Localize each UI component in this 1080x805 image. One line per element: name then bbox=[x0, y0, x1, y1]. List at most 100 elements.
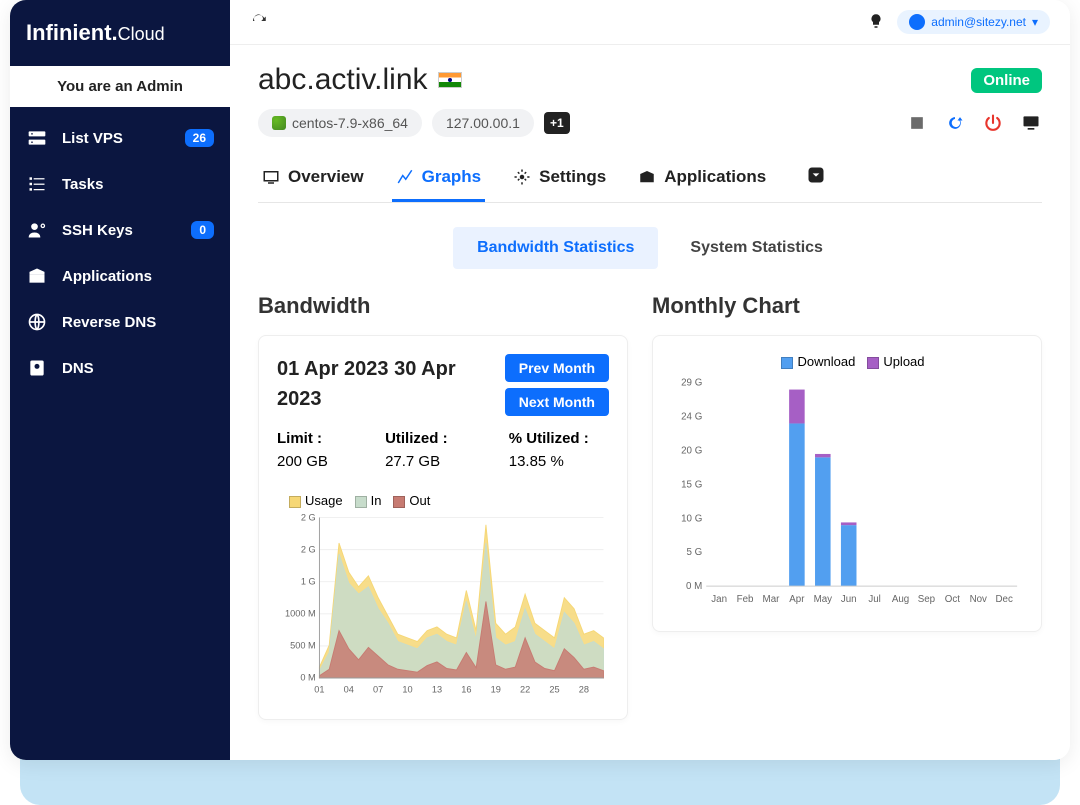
ip-text: 127.00.00.1 bbox=[446, 115, 520, 131]
svg-text:500 M: 500 M bbox=[290, 641, 316, 651]
svg-text:Sep: Sep bbox=[918, 594, 936, 605]
svg-text:29 G: 29 G bbox=[681, 378, 702, 389]
svg-text:Jun: Jun bbox=[841, 594, 857, 605]
tab-label: Settings bbox=[539, 167, 606, 187]
caret-down-icon: ▾ bbox=[1032, 15, 1038, 29]
svg-text:1 G: 1 G bbox=[301, 576, 316, 586]
subtab-bandwidth[interactable]: Bandwidth Statistics bbox=[453, 227, 658, 269]
svg-text:20 G: 20 G bbox=[681, 446, 702, 457]
dns-icon bbox=[26, 357, 48, 379]
user-email: admin@sitezy.net bbox=[931, 15, 1026, 29]
svg-text:16: 16 bbox=[461, 685, 471, 695]
restart-button[interactable] bbox=[944, 112, 966, 134]
stop-button[interactable] bbox=[906, 112, 928, 134]
legend-label: Usage bbox=[305, 493, 343, 508]
svg-text:Feb: Feb bbox=[737, 594, 754, 605]
prev-month-button[interactable]: Prev Month bbox=[505, 354, 609, 382]
monthly-chart: 0 M5 G10 G15 G20 G24 G29 GJanFebMarAprMa… bbox=[671, 373, 1023, 608]
svg-text:13: 13 bbox=[432, 685, 442, 695]
svg-text:Apr: Apr bbox=[789, 594, 805, 605]
legend-label: Out bbox=[409, 493, 430, 508]
sidebar-item-list-vps[interactable]: List VPS 26 bbox=[10, 115, 230, 161]
svg-text:2 G: 2 G bbox=[301, 544, 316, 554]
svg-text:Jul: Jul bbox=[868, 594, 880, 605]
brand-logo: Infinient.Cloud bbox=[10, 0, 230, 66]
sidebar-item-label: DNS bbox=[62, 360, 94, 377]
tab-graphs[interactable]: Graphs bbox=[392, 155, 486, 202]
pct-utilized-label: % Utilized : bbox=[509, 430, 589, 447]
sidebar-item-ssh-keys[interactable]: SSH Keys 0 bbox=[10, 207, 230, 253]
ip-chip[interactable]: 127.00.00.1 bbox=[432, 109, 534, 137]
lightbulb-icon[interactable] bbox=[867, 12, 887, 32]
user-menu[interactable]: admin@sitezy.net ▾ bbox=[897, 10, 1050, 34]
svg-text:19: 19 bbox=[491, 685, 501, 695]
refresh-icon[interactable] bbox=[250, 12, 270, 32]
svg-text:24 G: 24 G bbox=[681, 412, 702, 423]
os-chip[interactable]: centos-7.9-x86_64 bbox=[258, 109, 422, 137]
monthly-card: Download Upload 0 M5 G10 G15 G20 G24 G29… bbox=[652, 335, 1042, 632]
user-avatar-icon bbox=[909, 14, 925, 30]
svg-text:Aug: Aug bbox=[892, 594, 909, 605]
sidebar-item-label: Reverse DNS bbox=[62, 314, 156, 331]
bandwidth-period: 01 Apr 2023 30 Apr 2023 bbox=[277, 354, 457, 414]
svg-text:5 G: 5 G bbox=[687, 547, 703, 558]
tab-label: Graphs bbox=[422, 167, 482, 187]
server-icon bbox=[26, 127, 48, 149]
sidebar-item-applications[interactable]: Applications bbox=[10, 253, 230, 299]
svg-text:25: 25 bbox=[549, 685, 559, 695]
svg-text:Oct: Oct bbox=[945, 594, 960, 605]
power-button[interactable] bbox=[982, 112, 1004, 134]
sidebar-item-label: List VPS bbox=[62, 130, 123, 147]
limit-value: 200 GB bbox=[277, 453, 328, 470]
admin-banner: You are an Admin bbox=[10, 66, 230, 107]
tab-more[interactable] bbox=[796, 155, 836, 202]
bandwidth-section-title: Bandwidth bbox=[258, 293, 628, 319]
utilized-label: Utilized : bbox=[385, 430, 448, 447]
subtab-system[interactable]: System Statistics bbox=[666, 227, 847, 269]
svg-text:2 G: 2 G bbox=[301, 512, 316, 522]
svg-text:15 G: 15 G bbox=[681, 479, 702, 490]
monthly-section-title: Monthly Chart bbox=[652, 293, 1042, 319]
tasks-icon bbox=[26, 173, 48, 195]
svg-text:May: May bbox=[814, 594, 833, 605]
svg-text:Jan: Jan bbox=[711, 594, 727, 605]
tab-applications[interactable]: Applications bbox=[634, 155, 770, 202]
svg-text:01: 01 bbox=[314, 685, 324, 695]
vnc-button[interactable] bbox=[1020, 112, 1042, 134]
svg-text:Mar: Mar bbox=[763, 594, 781, 605]
more-ips-badge[interactable]: +1 bbox=[544, 112, 570, 134]
topbar: admin@sitezy.net ▾ bbox=[230, 0, 1070, 45]
svg-text:22: 22 bbox=[520, 685, 530, 695]
user-key-icon bbox=[26, 219, 48, 241]
sidebar-item-tasks[interactable]: Tasks bbox=[10, 161, 230, 207]
tab-label: Applications bbox=[664, 167, 766, 187]
svg-text:Dec: Dec bbox=[995, 594, 1012, 605]
tab-settings[interactable]: Settings bbox=[509, 155, 610, 202]
utilized-value: 27.7 GB bbox=[385, 453, 440, 470]
sidebar-badge: 0 bbox=[191, 221, 214, 239]
tab-overview[interactable]: Overview bbox=[258, 155, 368, 202]
legend-label: In bbox=[371, 493, 382, 508]
svg-text:Nov: Nov bbox=[970, 594, 987, 605]
sidebar-item-reverse-dns[interactable]: Reverse DNS bbox=[10, 299, 230, 345]
next-month-button[interactable]: Next Month bbox=[505, 388, 609, 416]
bandwidth-legend: Usage In Out bbox=[277, 493, 609, 508]
tab-label: Overview bbox=[288, 167, 364, 187]
sidebar-item-label: Applications bbox=[62, 268, 152, 285]
svg-text:10 G: 10 G bbox=[681, 513, 702, 524]
sidebar: Infinient.Cloud You are an Admin List VP… bbox=[10, 0, 230, 760]
svg-text:10: 10 bbox=[402, 685, 412, 695]
sidebar-nav: List VPS 26 Tasks SSH Keys 0 Application… bbox=[10, 107, 230, 399]
vps-title: abc.activ.link bbox=[258, 63, 428, 97]
tabs-row: Overview Graphs Settings Applications bbox=[258, 155, 1042, 203]
flag-india-icon bbox=[438, 72, 462, 88]
bandwidth-chart: 0 M500 M1000 M1 G2 G2 G01040710131619222… bbox=[277, 512, 609, 696]
svg-text:0 M: 0 M bbox=[300, 673, 315, 683]
sidebar-item-dns[interactable]: DNS bbox=[10, 345, 230, 391]
svg-text:07: 07 bbox=[373, 685, 383, 695]
globe-icon bbox=[26, 311, 48, 333]
sidebar-badge: 26 bbox=[185, 129, 214, 147]
monthly-legend: Download Upload bbox=[671, 354, 1023, 369]
limit-label: Limit : bbox=[277, 430, 322, 447]
os-text: centos-7.9-x86_64 bbox=[292, 115, 408, 131]
